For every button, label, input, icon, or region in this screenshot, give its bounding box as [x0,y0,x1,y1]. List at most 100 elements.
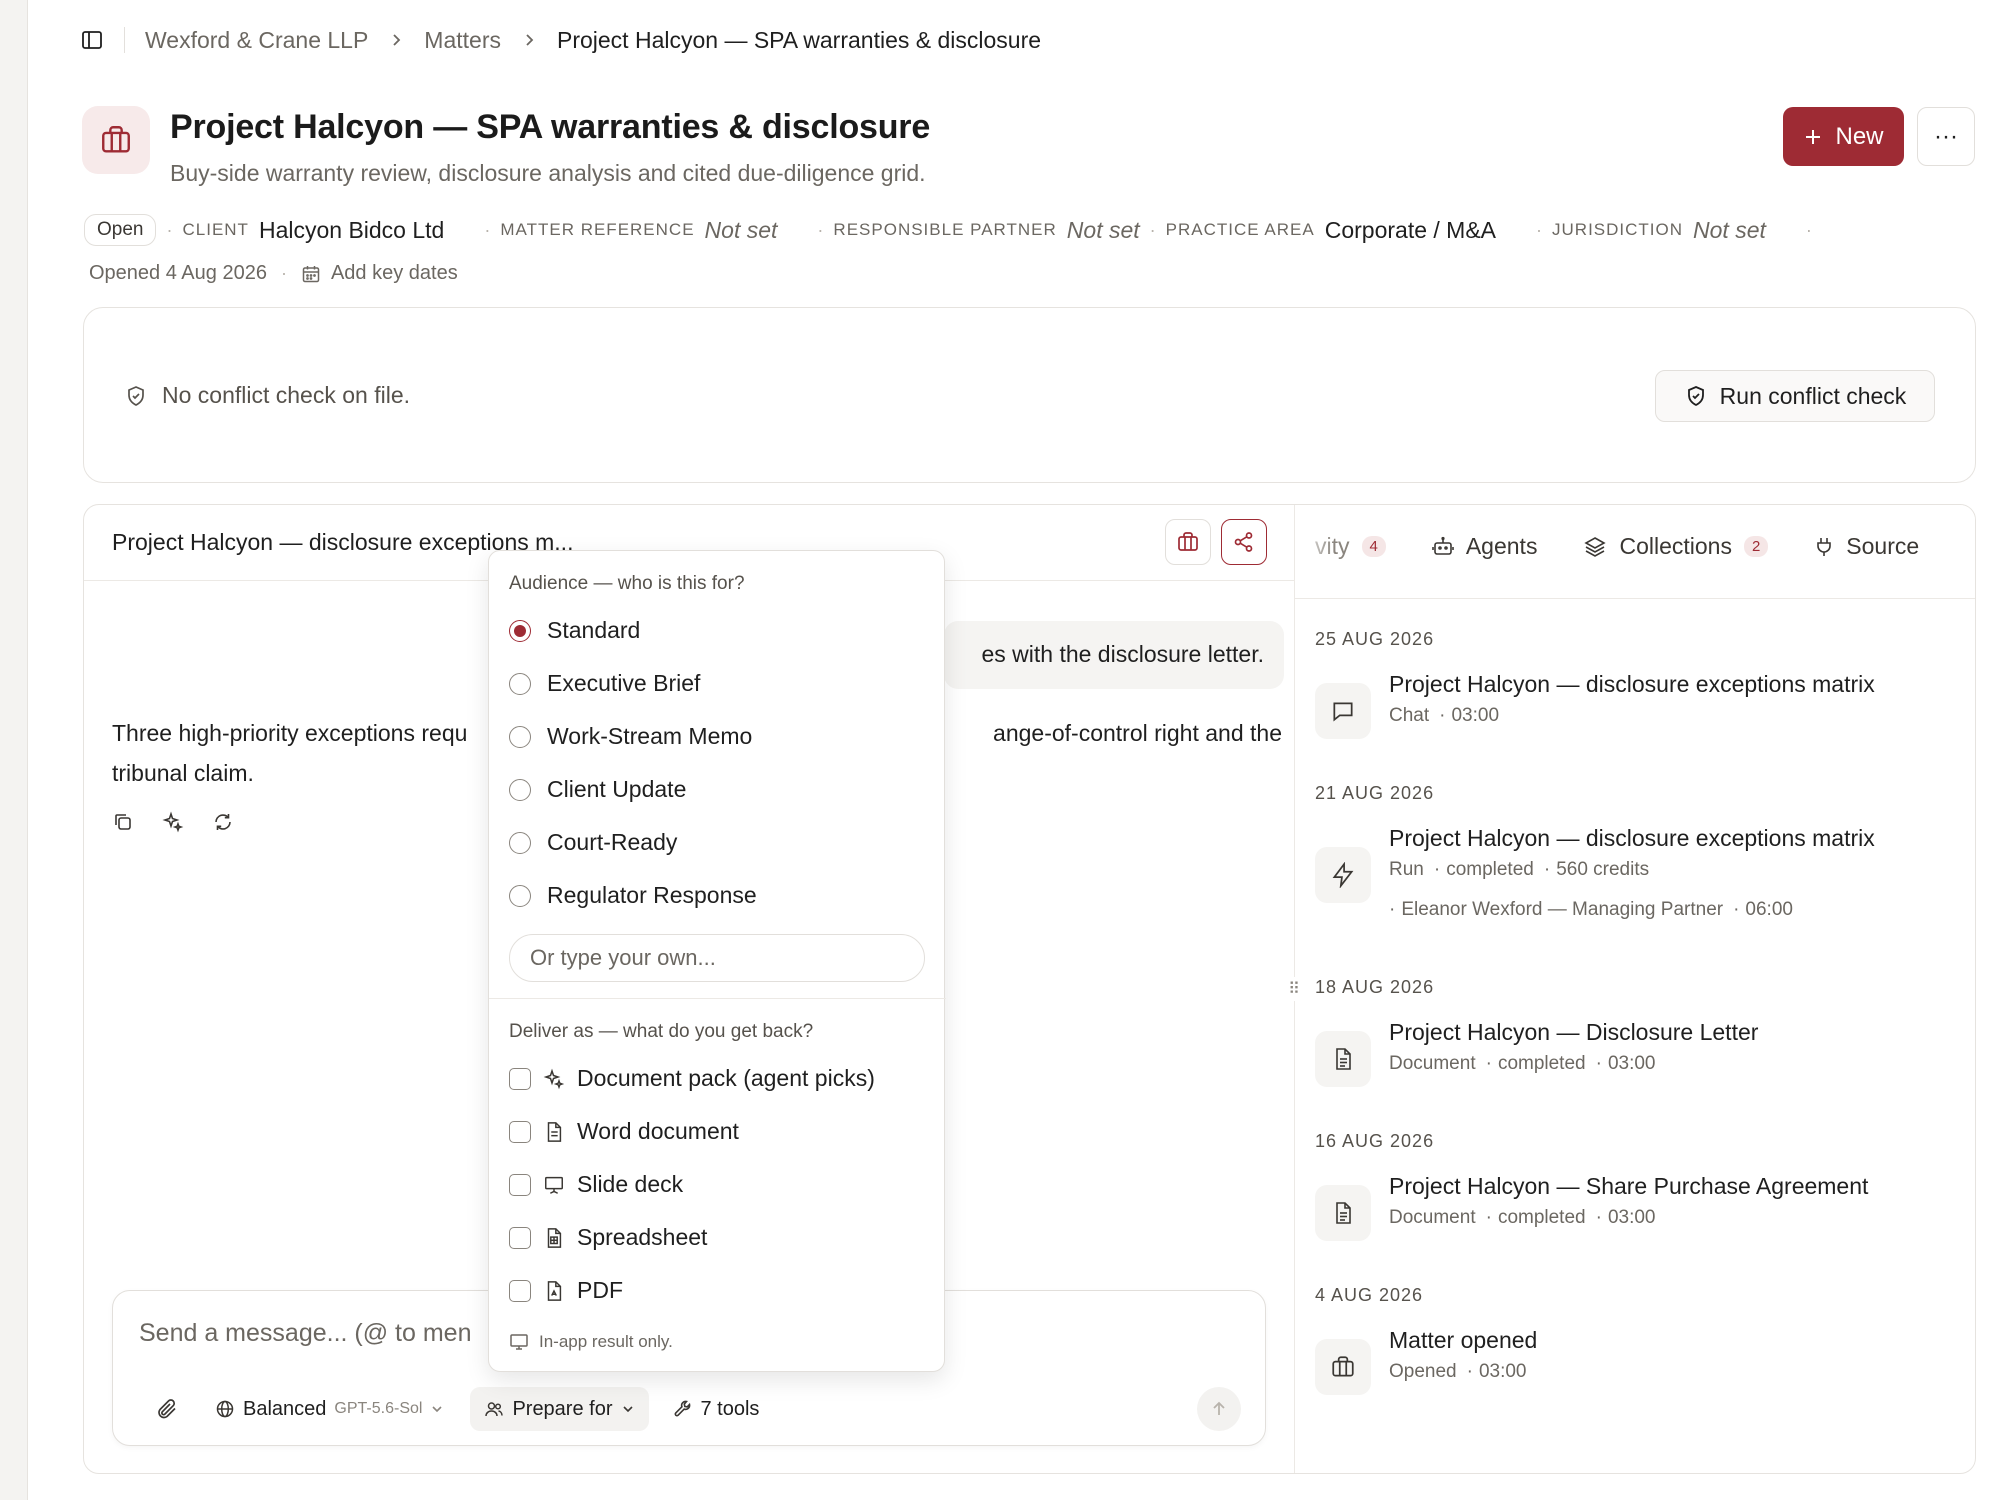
sparkle-icon [543,1068,565,1090]
radio[interactable] [509,672,531,695]
meta-dot: · [817,219,824,240]
share-button[interactable] [1221,519,1267,565]
briefcase-icon [1176,530,1200,554]
partner-label: RESPONSIBLE PARTNER [833,220,1057,239]
radio[interactable] [509,831,531,854]
meta-dot: · [166,219,173,240]
timeline-item-type: Run [1389,859,1424,880]
breadcrumb-divider [124,27,125,53]
timeline-date: 4 AUG 2026 [1315,1285,1424,1305]
reference-value[interactable]: Not set [705,217,778,244]
timeline-item-status: completed [1497,1207,1586,1228]
partner-value[interactable]: Not set [1067,217,1140,244]
timeline-item-type: Opened [1389,1361,1457,1382]
tab-sources[interactable]: Source [1814,533,1919,560]
workspace-panel: Project Halcyon — disclosure exceptions … [83,504,1976,1474]
timeline-item-title: Project Halcyon — Share Purchase Agreeme… [1389,1173,1869,1199]
arrow-up-icon [1209,1399,1229,1419]
checkbox[interactable] [509,1067,531,1090]
robot-icon [1432,536,1454,558]
assistant-text-line1-start: Three high-priority exceptions requ [112,720,468,746]
new-button[interactable]: New [1783,107,1904,166]
audience-option-client-update[interactable]: Client Update [509,776,686,803]
practice-label: PRACTICE AREA [1165,220,1315,239]
checkbox[interactable] [509,1279,531,1302]
radio[interactable] [509,725,531,748]
chevron-down-icon [430,1402,444,1416]
deliver-option-word[interactable]: Word document [509,1118,739,1145]
sparkle-icon[interactable] [162,811,184,833]
audience-option-regulator-response[interactable]: Regulator Response [509,882,757,909]
audience-option-court-ready[interactable]: Court-Ready [509,829,677,856]
timeline-item-title: Project Halcyon — disclosure exceptions … [1389,825,1875,851]
custom-audience-input[interactable] [509,934,925,982]
chevron-right-icon [521,32,537,48]
tab-collections[interactable]: Collections 2 [1583,533,1769,560]
audience-option-standard[interactable]: Standard [509,617,640,644]
timeline-item-status: completed [1497,1053,1586,1074]
audience-option-label: Client Update [547,776,687,802]
add-key-dates-link[interactable]: Add key dates [331,262,458,285]
drag-handle-icon[interactable]: ⠿ [1286,977,1302,1001]
prepare-for-button[interactable]: Prepare for [470,1387,649,1431]
audience-option-work-stream-memo[interactable]: Work-Stream Memo [509,723,752,750]
radio[interactable] [509,884,531,907]
checkbox[interactable] [509,1226,531,1249]
practice-value[interactable]: Corporate / M&A [1325,217,1496,244]
tab-activity-badge: 4 [1361,536,1386,557]
tab-agents-label: Agents [1465,533,1538,559]
breadcrumb-current: Project Halcyon — SPA warranties & discl… [556,26,1042,53]
popover-divider [489,998,946,999]
checkbox[interactable] [509,1173,531,1196]
timeline-item-time: 03:00 [1607,1207,1656,1228]
document-icon [543,1121,565,1143]
attach-button[interactable] [141,1387,193,1431]
send-button[interactable] [1197,1387,1241,1431]
globe-icon [215,1399,235,1419]
jurisdiction-value[interactable]: Not set [1693,217,1766,244]
client-value[interactable]: Halcyon Bidco Ltd [259,217,444,244]
paperclip-icon [155,1397,179,1421]
opened-row: Opened 4 Aug 2026 · Add key dates [89,262,458,285]
prepare-for-label: Prepare for [512,1397,613,1420]
run-conflict-check-button[interactable]: Run conflict check [1655,370,1935,422]
tab-agents[interactable]: Agents [1432,533,1538,560]
deliver-option-spreadsheet[interactable]: Spreadsheet [509,1224,707,1251]
conflict-text: No conflict check on file. [162,382,411,408]
more-options-button[interactable]: ··· [1917,107,1975,166]
timeline-date: 16 AUG 2026 [1315,1131,1435,1151]
layers-icon [1583,535,1607,559]
model-selector[interactable]: Balanced GPT-5.6-Sol [201,1387,458,1431]
copy-icon[interactable] [112,811,134,833]
audience-option-executive-brief[interactable]: Executive Brief [509,670,700,697]
timeline-item-meta: Chat · 03:00 [1389,705,1500,726]
regenerate-icon[interactable] [212,811,234,833]
client-label: CLIENT [182,220,249,239]
checkbox[interactable] [509,1120,531,1143]
timeline-item-actor: Eleanor Wexford — Managing Partner [1401,899,1724,920]
deliver-option-pdf[interactable]: PDF [509,1277,623,1304]
deliver-option-label: Spreadsheet [577,1224,708,1250]
plus-icon [1803,127,1823,147]
model-label: Balanced [243,1397,327,1420]
deliver-option-slide-deck[interactable]: Slide deck [509,1171,683,1198]
document-icon [1315,1031,1371,1087]
in-app-note: In-app result only. [539,1332,673,1351]
radio[interactable] [509,778,531,801]
meta-dot: · [1536,219,1543,240]
sidebar-toggle-icon[interactable] [78,26,106,54]
timeline-item-status: completed [1446,859,1534,880]
breadcrumb-firm[interactable]: Wexford & Crane LLP [145,27,368,54]
plug-icon [1814,536,1834,558]
timeline-item-meta-secondary: · Eleanor Wexford — Managing Partner · 06:0… [1389,899,1793,920]
breadcrumb-matters[interactable]: Matters [424,27,501,54]
pdf-icon [543,1280,565,1302]
audience-option-label: Standard [547,617,641,643]
meta-dot: · [484,219,491,240]
radio-selected[interactable] [509,619,531,642]
composer-toolbar: Balanced GPT-5.6-Sol Prepare for 7 tools [141,1387,773,1431]
meta-dot: · [280,263,287,283]
matter-link-button[interactable] [1165,519,1211,565]
deliver-option-document-pack[interactable]: Document pack (agent picks) [509,1065,875,1092]
tools-button[interactable]: 7 tools [659,1387,774,1431]
